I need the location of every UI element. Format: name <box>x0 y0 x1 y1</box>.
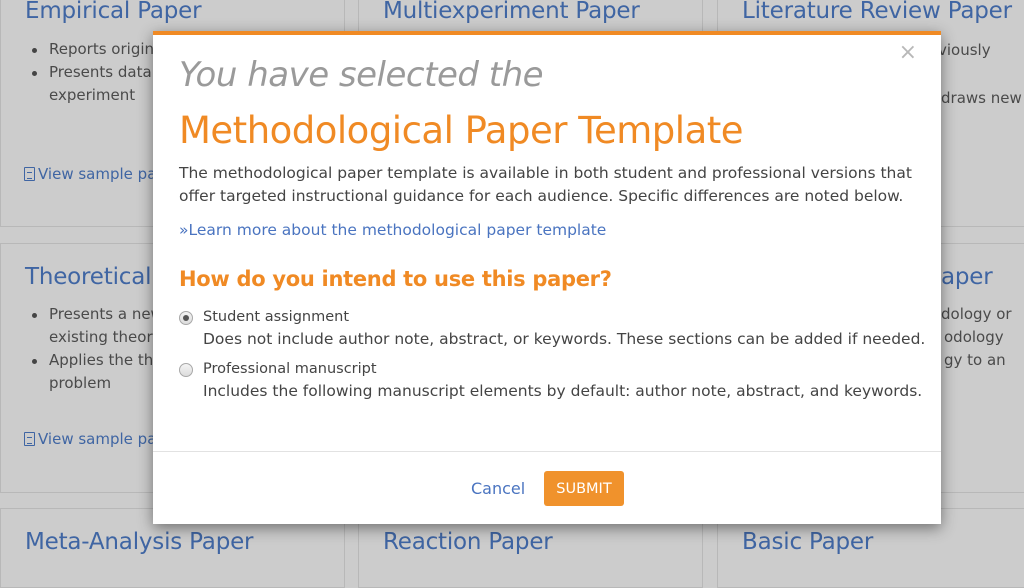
student-assignment-radio[interactable] <box>179 311 193 325</box>
bullet: Presents a new <box>32 303 163 326</box>
modal-title: Methodological Paper Template <box>179 109 744 152</box>
learn-more-link[interactable]: »Learn more about the methodological pap… <box>179 221 606 239</box>
document-icon <box>24 167 35 181</box>
bullet: Reports original <box>31 38 167 61</box>
card-title: Basic Paper <box>742 529 874 555</box>
option-student-assignment[interactable]: Student assignment Does not include auth… <box>179 307 925 351</box>
bullet-continuation: existing theory <box>49 328 162 346</box>
bullet: Presents data <box>31 61 167 84</box>
footer-divider <box>153 451 941 452</box>
card-text: gy to an <box>944 351 1006 369</box>
submit-button[interactable]: SUBMIT <box>544 471 624 506</box>
template-selection-modal: × You have selected the Methodological P… <box>153 31 941 524</box>
close-icon[interactable]: × <box>899 41 917 65</box>
card-title: aper <box>941 264 993 290</box>
card-title: Meta-Analysis Paper <box>25 529 254 555</box>
card-title: Reaction Paper <box>383 529 553 555</box>
option-professional-manuscript[interactable]: Professional manuscript Includes the fol… <box>179 359 922 403</box>
card-text: draws new <box>941 89 1022 107</box>
view-sample-label: View sample pa <box>38 430 157 448</box>
bullet-continuation: problem <box>49 374 112 392</box>
card-text: viously <box>938 41 991 59</box>
option-label: Student assignment <box>203 309 350 325</box>
card-title: Empirical Paper <box>25 0 202 24</box>
view-sample-label: View sample pa <box>38 165 157 183</box>
modal-eyebrow: You have selected the <box>179 55 544 95</box>
card-title: Literature Review Paper <box>742 0 1012 24</box>
document-icon <box>24 432 35 446</box>
card-bullets: Applies the th <box>25 349 153 372</box>
bullet: Applies the th <box>31 349 153 372</box>
card-bullets: Presents a new <box>25 303 163 326</box>
option-label: Professional manuscript <box>203 361 377 377</box>
card-text: odology <box>944 328 1004 346</box>
cancel-button[interactable]: Cancel <box>471 479 525 498</box>
view-sample-link[interactable]: View sample pa <box>24 165 156 183</box>
card-text: dology or <box>941 305 1012 323</box>
usage-question: How do you intend to use this paper? <box>179 267 612 291</box>
bullet-continuation: experiment <box>49 86 136 104</box>
option-description: Includes the following manuscript elemen… <box>203 382 923 400</box>
option-description: Does not include author note, abstract, … <box>203 330 926 348</box>
view-sample-link[interactable]: View sample pa <box>24 430 156 448</box>
card-title: Multiexperiment Paper <box>383 0 640 24</box>
modal-description: The methodological paper template is ava… <box>179 164 912 205</box>
card-bullets: Reports original Presents data <box>25 38 167 84</box>
card-title: Theoretical <box>25 264 152 290</box>
professional-manuscript-radio[interactable] <box>179 363 193 377</box>
